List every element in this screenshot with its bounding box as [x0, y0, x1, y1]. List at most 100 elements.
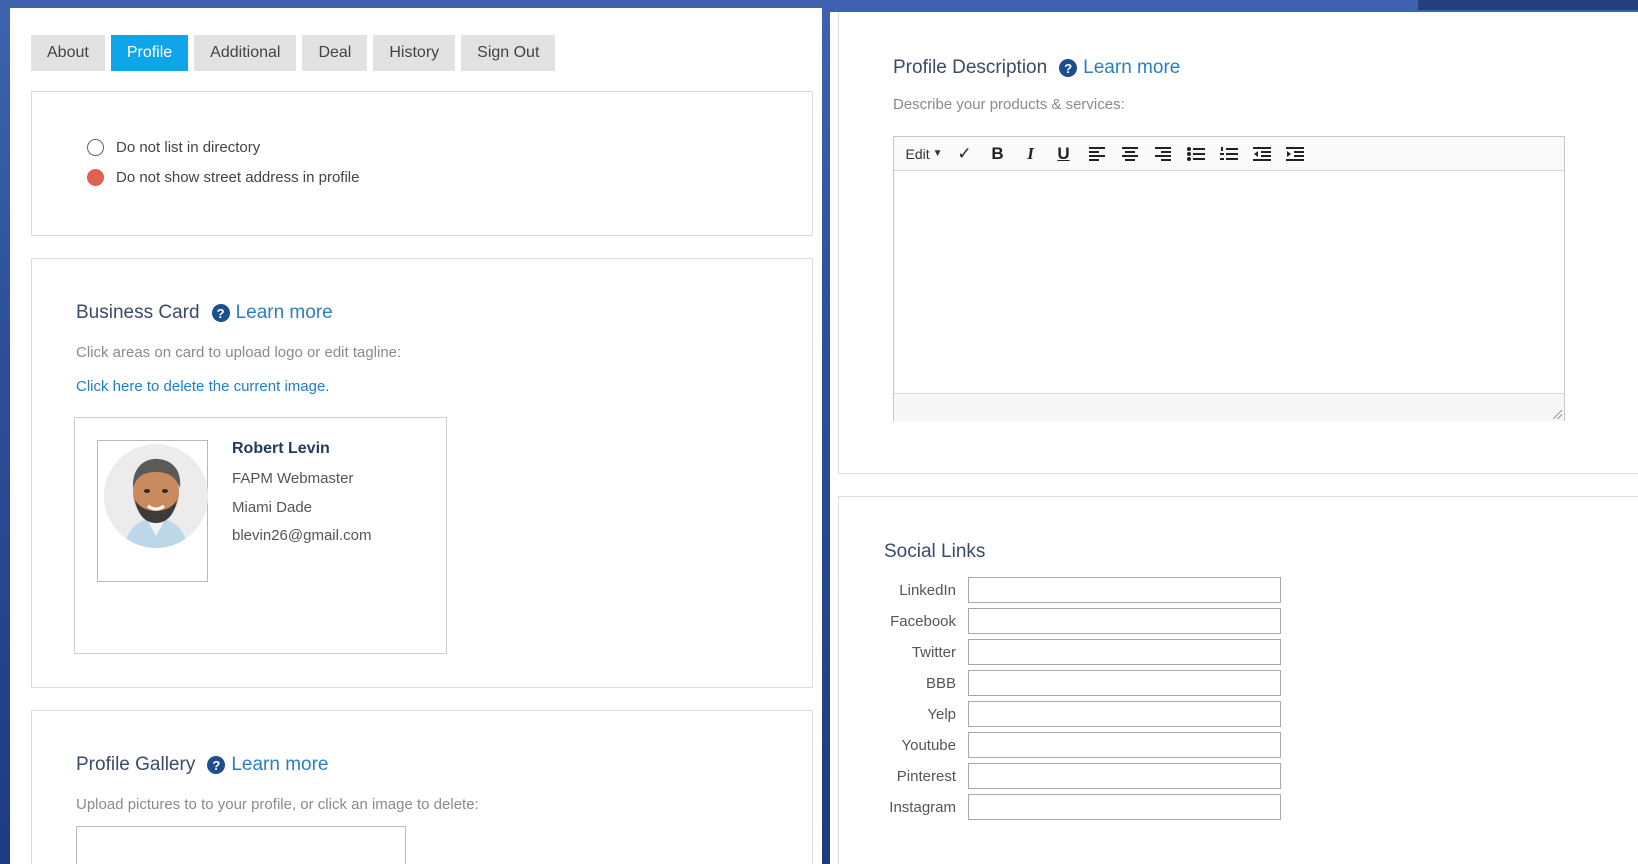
section-title: Profile Gallery: [76, 754, 196, 775]
edit-menu-button[interactable]: Edit ▼: [900, 139, 948, 169]
gallery-upload-area[interactable]: [76, 826, 406, 864]
social-label: Pinterest: [896, 767, 956, 785]
social-label: Facebook: [890, 612, 956, 630]
instagram-input[interactable]: [968, 794, 1281, 820]
section-title: Business Card: [76, 302, 200, 323]
social-links-section: Social Links LinkedIn Facebook Twitter B…: [838, 496, 1638, 864]
social-row-twitter: Twitter: [884, 639, 1281, 665]
spellcheck-button[interactable]: ✓: [948, 139, 981, 169]
align-left-icon: [1088, 146, 1105, 161]
social-label: Yelp: [927, 705, 956, 723]
learn-more-link[interactable]: Learn more: [1083, 57, 1180, 79]
social-label: Instagram: [889, 798, 956, 816]
italic-icon: I: [1027, 143, 1034, 163]
social-title: Social Links: [884, 541, 986, 562]
gallery-title-row: Profile Gallery ? Learn more: [76, 754, 329, 776]
profile-left-panel: About Profile Additional Deal History Si…: [10, 8, 822, 864]
avatar: [104, 444, 208, 548]
indent-button[interactable]: [1278, 139, 1311, 169]
bold-icon: B: [991, 143, 1004, 163]
tab-sign-out[interactable]: Sign Out: [461, 35, 556, 71]
business-card-hint: Click areas on card to upload logo or ed…: [76, 344, 402, 361]
social-row-linkedin: LinkedIn: [884, 577, 1281, 603]
yelp-input[interactable]: [968, 701, 1281, 727]
option-label: Do not list in directory: [116, 139, 261, 156]
tab-about[interactable]: About: [31, 35, 105, 71]
social-row-facebook: Facebook: [884, 608, 1281, 634]
top-header-strip: [1418, 0, 1638, 10]
social-label: LinkedIn: [899, 581, 956, 599]
indent-icon: [1285, 146, 1304, 161]
description-hint: Describe your products & services:: [893, 96, 1125, 113]
privacy-options-box: Do not list in directory Do not show str…: [31, 91, 813, 236]
social-row-yelp: Yelp: [884, 701, 1281, 727]
rich-text-editor: Edit ▼ ✓ B I U: [893, 136, 1565, 421]
card-tagline-2[interactable]: Miami Dade: [232, 499, 312, 516]
tab-additional[interactable]: Additional: [194, 35, 297, 71]
bullet-list-button[interactable]: [1179, 139, 1212, 169]
card-email[interactable]: blevin26@gmail.com: [232, 527, 371, 544]
profile-right-panel: Profile Description ? Learn more Describ…: [830, 12, 1638, 864]
twitter-input[interactable]: [968, 639, 1281, 665]
option-no-street-address[interactable]: Do not show street address in profile: [87, 169, 359, 186]
bbb-input[interactable]: [968, 670, 1281, 696]
resize-handle-icon[interactable]: [1553, 410, 1562, 419]
align-center-icon: [1121, 146, 1138, 161]
underline-button[interactable]: U: [1047, 139, 1080, 169]
business-card-section: Business Card ? Learn more Click areas o…: [31, 258, 813, 688]
pinterest-input[interactable]: [968, 763, 1281, 789]
align-right-icon: [1154, 146, 1171, 161]
numbered-list-button[interactable]: [1212, 139, 1245, 169]
card-name[interactable]: Robert Levin: [232, 440, 330, 458]
logo-upload-area[interactable]: [97, 440, 208, 582]
outdent-icon: [1252, 146, 1271, 161]
radio-no-street-address[interactable]: [87, 169, 104, 186]
card-tagline-1[interactable]: FAPM Webmaster: [232, 470, 353, 487]
tab-deal[interactable]: Deal: [302, 35, 368, 71]
learn-more-link[interactable]: Learn more: [236, 302, 333, 324]
profile-gallery-section: Profile Gallery ? Learn more Upload pict…: [31, 710, 813, 864]
profile-tabs: About Profile Additional Deal History Si…: [31, 35, 556, 71]
underline-icon: U: [1057, 143, 1070, 163]
business-card[interactable]: Robert Levin FAPM Webmaster Miami Dade b…: [74, 417, 447, 654]
tab-history[interactable]: History: [373, 35, 456, 71]
editor-content-area[interactable]: [894, 171, 1564, 393]
radio-no-directory[interactable]: [87, 139, 104, 156]
section-title: Profile Description: [893, 57, 1048, 78]
social-label: Twitter: [911, 643, 956, 661]
gallery-hint: Upload pictures to to your profile, or c…: [76, 796, 479, 813]
editor-toolbar: Edit ▼ ✓ B I U: [894, 137, 1564, 171]
delete-image-link[interactable]: Click here to delete the current image.: [76, 378, 329, 395]
bold-button[interactable]: B: [981, 139, 1014, 169]
numbered-list-icon: [1219, 146, 1238, 160]
align-center-button[interactable]: [1113, 139, 1146, 169]
social-row-youtube: Youtube: [884, 732, 1281, 758]
caret-down-icon: ▼: [932, 148, 943, 159]
social-label: Youtube: [901, 736, 956, 754]
bullet-list-icon: [1186, 146, 1205, 161]
facebook-input[interactable]: [968, 608, 1281, 634]
help-icon[interactable]: ?: [207, 756, 226, 774]
social-row-bbb: BBB: [884, 670, 1281, 696]
youtube-input[interactable]: [968, 732, 1281, 758]
option-label: Do not show street address in profile: [116, 169, 360, 186]
edit-menu-label: Edit: [905, 145, 930, 162]
learn-more-link[interactable]: Learn more: [231, 754, 328, 776]
business-card-title-row: Business Card ? Learn more: [76, 302, 333, 324]
help-icon[interactable]: ?: [211, 304, 230, 322]
profile-description-section: Profile Description ? Learn more Describ…: [838, 12, 1638, 474]
outdent-button[interactable]: [1245, 139, 1278, 169]
spellcheck-icon: ✓: [957, 143, 972, 163]
editor-status-bar: [894, 393, 1564, 421]
social-row-instagram: Instagram: [884, 794, 1281, 820]
option-no-directory[interactable]: Do not list in directory: [87, 139, 260, 156]
help-icon[interactable]: ?: [1059, 59, 1078, 77]
italic-button[interactable]: I: [1014, 139, 1047, 169]
social-row-pinterest: Pinterest: [884, 763, 1281, 789]
description-title-row: Profile Description ? Learn more: [893, 57, 1180, 79]
tab-profile[interactable]: Profile: [110, 35, 189, 71]
align-left-button[interactable]: [1080, 139, 1113, 169]
linkedin-input[interactable]: [968, 577, 1281, 603]
person-photo-icon: [104, 444, 208, 548]
align-right-button[interactable]: [1146, 139, 1179, 169]
